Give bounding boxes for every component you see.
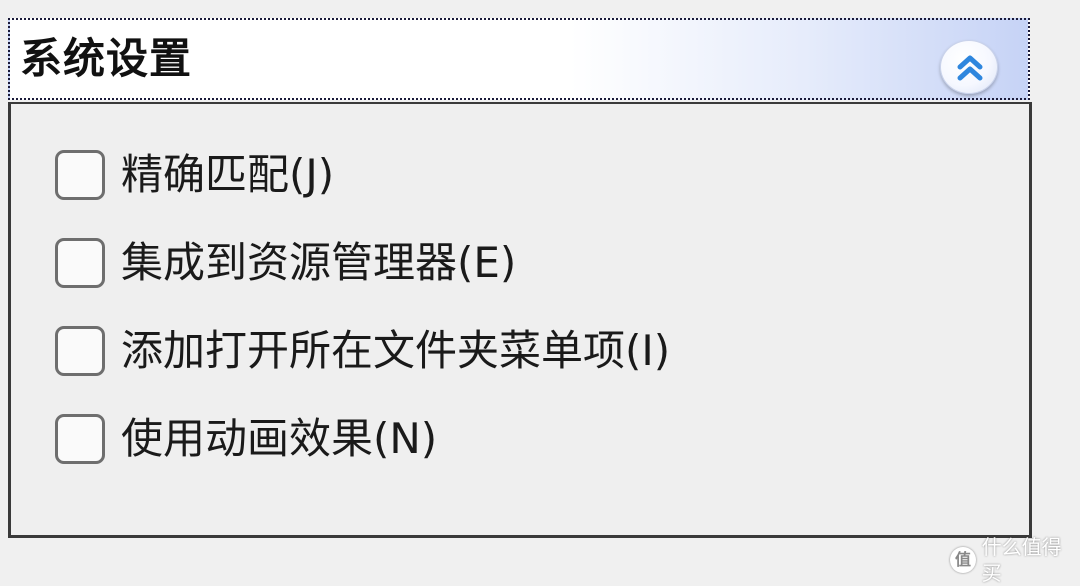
double-chevron-up-icon xyxy=(957,55,983,81)
exact-match-label[interactable]: 精确匹配(J) xyxy=(121,148,334,202)
watermark-logo: 值 xyxy=(950,547,976,573)
exact-match-checkbox[interactable] xyxy=(55,150,105,200)
collapse-button[interactable] xyxy=(940,40,998,94)
animation-effects-checkbox[interactable] xyxy=(55,414,105,464)
integrate-explorer-checkbox[interactable] xyxy=(55,238,105,288)
panel-body: 精确匹配(J) 集成到资源管理器(E) 添加打开所在文件夹菜单项(I) 使用动画… xyxy=(8,102,1032,538)
watermark: 值 什么值得买 xyxy=(950,534,1080,586)
option-open-folder-menu[interactable]: 添加打开所在文件夹菜单项(I) xyxy=(55,320,670,382)
watermark-text: 什么值得买 xyxy=(981,535,1062,585)
option-integrate-explorer[interactable]: 集成到资源管理器(E) xyxy=(55,232,516,294)
option-exact-match[interactable]: 精确匹配(J) xyxy=(55,144,334,206)
open-folder-menu-label[interactable]: 添加打开所在文件夹菜单项(I) xyxy=(121,324,670,378)
animation-effects-label[interactable]: 使用动画效果(N) xyxy=(121,412,437,466)
option-animation-effects[interactable]: 使用动画效果(N) xyxy=(55,408,437,470)
watermark-logo-glyph: 值 xyxy=(954,550,971,569)
panel-title: 系统设置 xyxy=(20,34,193,83)
system-settings-panel: 系统设置 精确匹配(J) 集成到资源管理器(E) 添加打开所在文件夹菜单项(I)… xyxy=(8,18,1032,538)
panel-header[interactable]: 系统设置 xyxy=(8,18,1030,100)
open-folder-menu-checkbox[interactable] xyxy=(55,326,105,376)
integrate-explorer-label[interactable]: 集成到资源管理器(E) xyxy=(121,236,516,290)
